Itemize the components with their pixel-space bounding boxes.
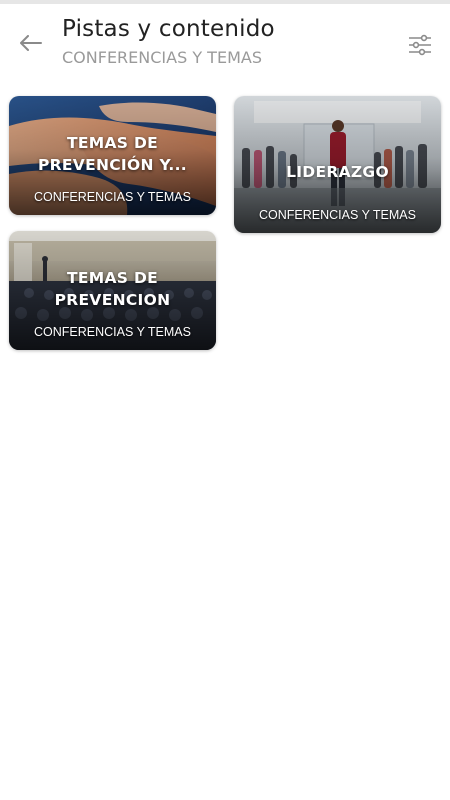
page-subtitle: CONFERENCIAS Y TEMAS	[62, 48, 262, 67]
card-title: LIDERAZGO	[286, 163, 389, 181]
card-category: CONFERENCIAS Y TEMAS	[34, 325, 191, 339]
card-category: CONFERENCIAS Y TEMAS	[34, 190, 191, 204]
back-button[interactable]	[14, 28, 48, 58]
card-title: TEMAS DE PREVENCION	[54, 269, 171, 309]
content-card-temas-prevencion[interactable]: TEMAS DE PREVENCION CONFERENCIAS Y TEMAS	[9, 231, 216, 350]
content-card-liderazgo[interactable]: LIDERAZGO CONFERENCIAS Y TEMAS	[234, 96, 441, 233]
sliders-icon	[409, 34, 431, 56]
page-title: Pistas y contenido	[62, 16, 275, 42]
arrow-left-icon	[20, 35, 42, 51]
card-title: TEMAS DE PREVENCIÓN Y...	[38, 134, 187, 174]
card-category: CONFERENCIAS Y TEMAS	[259, 208, 416, 222]
filter-button[interactable]	[404, 30, 436, 60]
header-titles: Pistas y contenido CONFERENCIAS Y TEMAS	[62, 16, 275, 67]
app-header: Pistas y contenido CONFERENCIAS Y TEMAS	[0, 4, 450, 84]
content-card-temas-prevencion-y[interactable]: TEMAS DE PREVENCIÓN Y... CONFERENCIAS Y …	[9, 96, 216, 215]
